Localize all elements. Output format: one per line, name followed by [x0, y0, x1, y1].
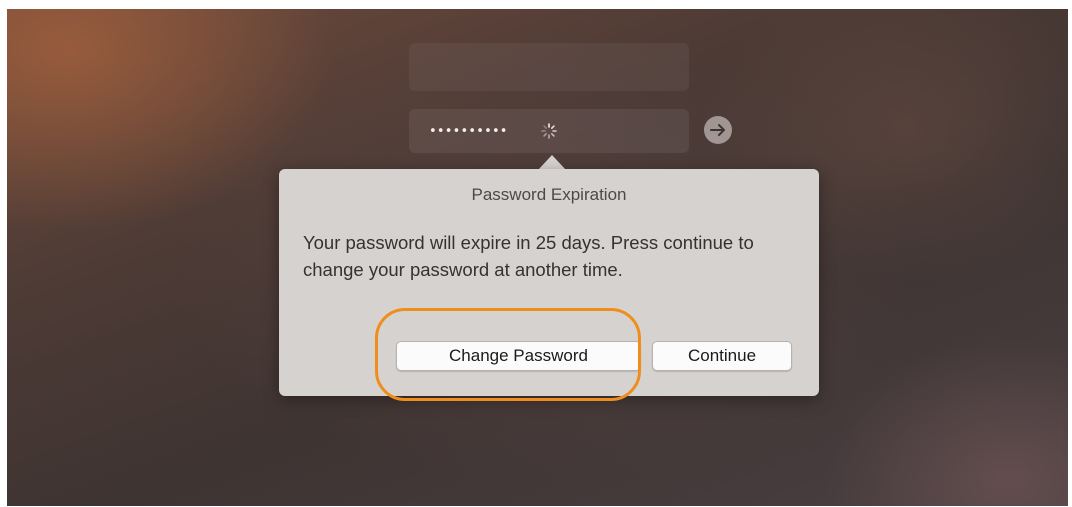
spinner-icon	[541, 123, 557, 139]
login-screen: •••••••••• Password Expiration Your pass…	[7, 9, 1068, 506]
dialog-pointer	[538, 155, 566, 170]
arrow-right-icon	[710, 124, 725, 136]
username-field	[409, 43, 689, 91]
password-expiration-dialog: Password Expiration Your password will e…	[279, 169, 819, 396]
change-password-button[interactable]: Change Password	[396, 341, 641, 371]
go-button[interactable]	[704, 116, 732, 144]
continue-button[interactable]: Continue	[652, 341, 792, 371]
dialog-message: Your password will expire in 25 days. Pr…	[303, 232, 754, 280]
dialog-title: Password Expiration	[471, 185, 627, 204]
password-masked-text: ••••••••••	[429, 123, 508, 139]
